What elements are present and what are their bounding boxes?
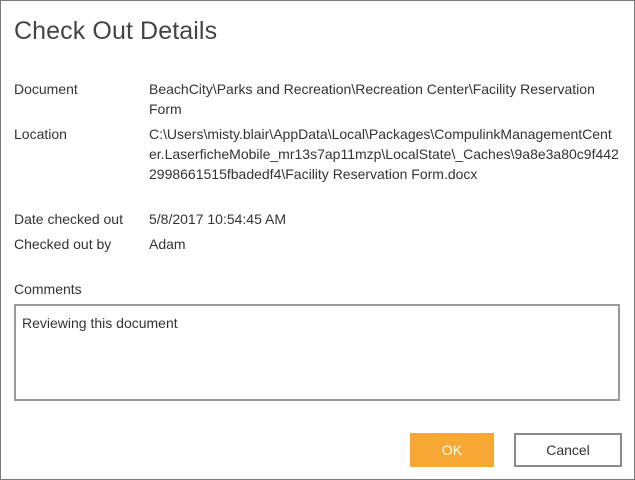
document-label: Document <box>14 81 78 97</box>
dialog-title: Check Out Details <box>14 17 218 45</box>
checked-out-by-value: Adam <box>149 236 186 252</box>
ok-button[interactable]: OK <box>410 433 494 467</box>
date-checked-out-label: Date checked out <box>14 211 123 227</box>
date-checked-out-value: 5/8/2017 10:54:45 AM <box>149 211 286 227</box>
location-label: Location <box>14 126 67 142</box>
location-value: C:\Users\misty.blair\AppData\Local\Packa… <box>149 126 619 182</box>
comments-label: Comments <box>14 281 82 297</box>
comments-field[interactable]: Reviewing this document <box>14 304 620 401</box>
checked-out-by-label: Checked out by <box>14 236 112 252</box>
document-value: BeachCity\Parks and Recreation\Recreatio… <box>149 81 595 117</box>
check-out-details-dialog: Check Out Details Document BeachCity\Par… <box>0 0 635 480</box>
cancel-button[interactable]: Cancel <box>514 433 622 467</box>
